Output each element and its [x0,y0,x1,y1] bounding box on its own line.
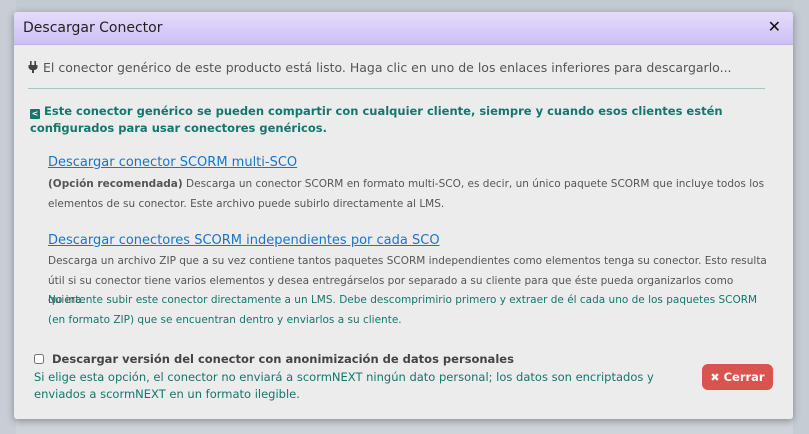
share-notice: < Este conector genérico se pueden compa… [30,103,760,137]
dialog-titlebar: Descargar Conector ✕ [14,12,793,45]
intro-message: El conector genérico de este producto es… [28,60,732,75]
anonymize-label: Descargar versión del conector con anoni… [52,352,514,366]
anonymize-checkbox[interactable] [34,354,44,364]
multi-sco-description: (Opción recomendada) Descarga un conecto… [48,175,773,214]
close-button-icon: ✖ [710,370,720,384]
share-icon: < [30,109,40,119]
download-independent-sco-link[interactable]: Descargar conectores SCORM independiente… [48,233,440,248]
download-connector-dialog: Descargar Conector ✕ El conector genéric… [14,12,793,419]
close-button-label: Cerrar [723,370,765,384]
close-button[interactable]: ✖ Cerrar [702,364,773,390]
dialog-title: Descargar Conector [23,20,163,36]
share-notice-text: Este conector genérico se pueden compart… [30,104,723,135]
independent-sco-warning: No intente subir este conector directame… [48,294,758,326]
plug-icon [28,60,39,75]
recommended-label: (Opción recomendada) [48,178,183,190]
download-multi-sco-link[interactable]: Descargar conector SCORM multi-SCO [48,155,297,170]
anonymize-note: Si elige esta opción, el conector no env… [34,370,654,401]
backdrop-right-column [793,0,809,434]
section-divider [28,88,765,89]
anonymize-option[interactable]: Descargar versión del conector con anoni… [34,352,514,366]
intro-text: El conector genérico de este producto es… [42,60,732,75]
close-icon[interactable]: ✕ [768,17,781,36]
